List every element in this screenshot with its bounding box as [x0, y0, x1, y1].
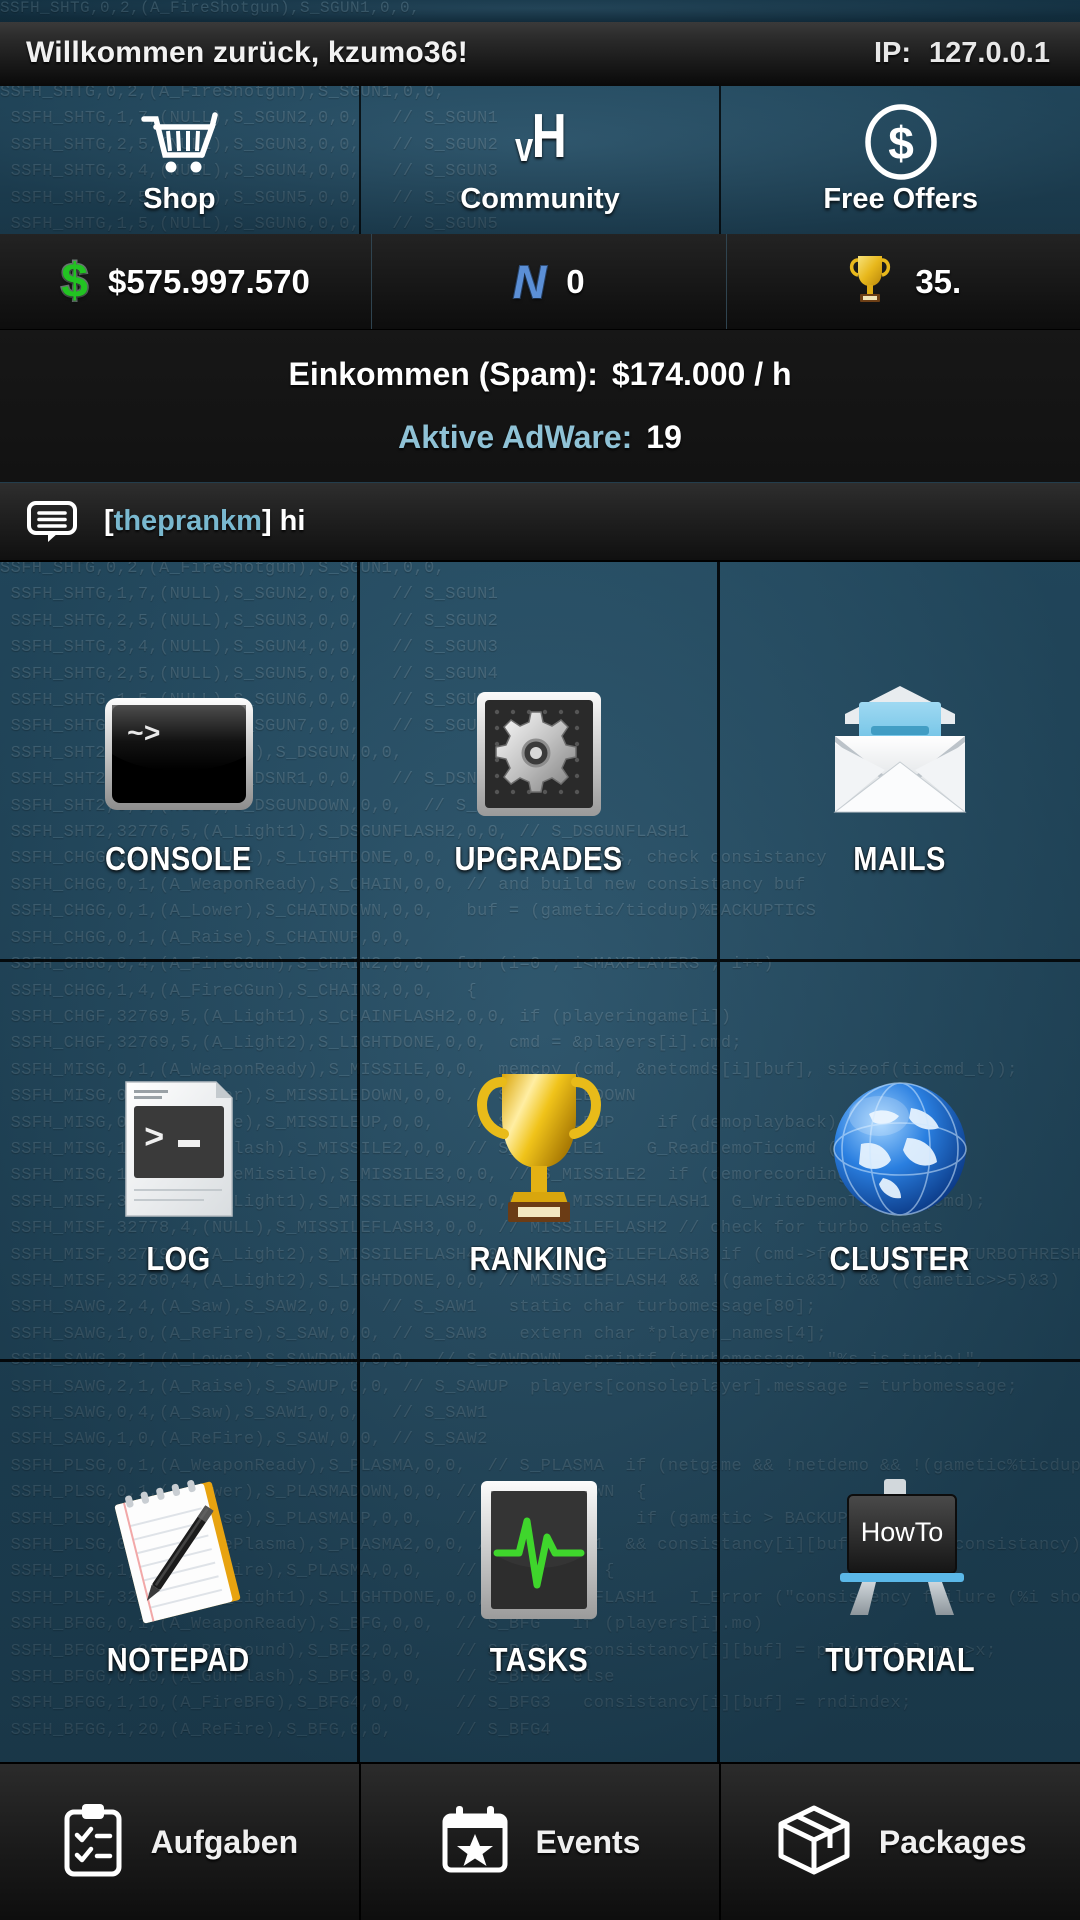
tutorial-screen-text: HowTo — [861, 1517, 944, 1547]
tile-label: RANKING — [469, 1239, 608, 1277]
clipboard-check-icon — [61, 1802, 125, 1883]
bottom-label: Aufgaben — [150, 1823, 299, 1860]
tile-label: TUTORIAL — [825, 1641, 975, 1678]
ip-display: IP: 127.0.0.1 — [874, 37, 1054, 70]
trophy-icon — [845, 251, 895, 312]
shopping-cart-icon — [136, 105, 222, 179]
box-icon — [775, 1802, 853, 1883]
vh-logo-icon: vH — [514, 101, 567, 171]
adware-value: 19 — [646, 419, 682, 455]
income-row: Einkommen (Spam): $174.000 / h — [288, 356, 791, 393]
income-label: Einkommen (Spam): — [288, 356, 598, 392]
info-block: Einkommen (Spam): $174.000 / h Aktive Ad… — [0, 330, 1080, 482]
rank-value: 35. — [915, 262, 962, 300]
code-texture-text: SSFH_SHTG,0,2,(A_FireShotgun),S_SGUN1,0,… — [0, 0, 421, 17]
grid-tile-ranking[interactable]: RANKING — [360, 962, 720, 1362]
header-bar: Willkommen zurück, kzumo36! IP: 127.0.0.… — [0, 22, 1080, 86]
notepad-pen-icon — [99, 1445, 259, 1625]
bottom-item-aufgaben[interactable]: Aufgaben — [0, 1764, 361, 1920]
bottom-label: Packages — [878, 1823, 1027, 1860]
adware-row: Aktive AdWare: 19 — [398, 419, 682, 456]
nav-item-shop[interactable]: Shop — [0, 86, 361, 234]
svg-text:~>: ~> — [127, 720, 161, 751]
grid-tile-upgrades[interactable]: UPGRADES — [360, 562, 720, 962]
bottom-label: Events — [535, 1823, 641, 1860]
nav-item-free-offers[interactable]: $ Free Offers — [721, 86, 1080, 234]
chat-message: [theprankm] hi — [104, 505, 305, 538]
nav-label: Community — [460, 182, 620, 215]
dollar-icon: $ — [60, 254, 90, 308]
bottom-nav-bar: Aufgaben Events Packages — [0, 1762, 1080, 1920]
welcome-message: Willkommen zurück, kzumo36! — [26, 36, 468, 69]
svg-text:$: $ — [888, 117, 914, 169]
bottom-item-events[interactable]: Events — [361, 1764, 722, 1920]
tile-label: TASKS — [489, 1641, 588, 1678]
tile-label: UPGRADES — [454, 839, 623, 877]
top-nav-row: SSFH_SHTG,0,2,(A_FireShotgun),S_SGUN1,0,… — [0, 86, 1080, 234]
background-code-strip: SSFH_SHTG,0,2,(A_FireShotgun),S_SGUN1,0,… — [0, 0, 1080, 22]
howto-screen-icon: HowTo — [810, 1445, 990, 1625]
grid-tile-notepad[interactable]: NOTEPAD — [0, 1362, 360, 1762]
grid-tile-mails[interactable]: MAILS — [720, 562, 1080, 962]
n-coin-icon: N — [512, 255, 547, 308]
chat-username: theprankm — [113, 505, 262, 537]
grid-tile-tasks[interactable]: TASKS — [360, 1362, 720, 1762]
terminal-icon: ~> — [99, 644, 259, 824]
bottom-item-packages[interactable]: Packages — [721, 1764, 1080, 1920]
nav-label: Free Offers — [823, 182, 979, 215]
money-value: $575.997.570 — [107, 262, 310, 300]
main-icon-grid: SSFH_SHTG,0,2,(A_FireShotgun),S_SGUN1,0,… — [0, 562, 1080, 1762]
grid-tile-console[interactable]: ~> CONSOLE — [0, 562, 360, 962]
gears-icon — [469, 644, 609, 824]
income-value: $174.000 / h — [611, 356, 792, 392]
tile-label: CONSOLE — [105, 839, 252, 877]
nav-item-community[interactable]: vH Community — [361, 86, 722, 234]
dollar-circle-icon: $ — [862, 103, 940, 180]
grid-tile-log[interactable]: > LOG — [0, 962, 360, 1362]
adware-label: Aktive AdWare: — [398, 419, 633, 455]
grid-tile-tutorial[interactable]: HowTo TUTORIAL — [720, 1362, 1080, 1762]
premium-value: 0 — [566, 262, 585, 300]
stat-premium-currency[interactable]: N 0 — [372, 234, 727, 329]
tile-label: NOTEPAD — [107, 1641, 250, 1678]
chat-bubble-icon — [26, 500, 78, 544]
stat-rank[interactable]: 35. — [727, 234, 1080, 329]
trophy-icon — [464, 1044, 614, 1224]
stat-money[interactable]: $ $575.997.570 — [0, 234, 373, 329]
chat-bracket-close: ] — [261, 505, 272, 537]
stats-row: $ $575.997.570 N 0 35. — [0, 234, 1080, 330]
nav-label: Shop — [143, 182, 216, 215]
pulse-monitor-icon — [469, 1445, 609, 1625]
grid-tile-cluster[interactable]: CLUSTER — [720, 962, 1080, 1362]
log-document-icon: > — [104, 1044, 254, 1224]
ip-value: 127.0.0.1 — [929, 36, 1050, 69]
chat-text: hi — [279, 505, 306, 537]
game-screen: SSFH_SHTG,0,2,(A_FireShotgun),S_SGUN1,0,… — [0, 0, 1080, 1920]
globe-icon — [825, 1044, 975, 1224]
calendar-star-icon — [440, 1804, 510, 1881]
chat-bracket-open: [ — [104, 505, 114, 537]
tile-label: LOG — [146, 1239, 211, 1277]
tile-label: CLUSTER — [829, 1239, 971, 1277]
svg-text:>: > — [144, 1121, 164, 1159]
ip-label: IP: — [873, 36, 912, 69]
chat-bar[interactable]: [theprankm] hi — [0, 482, 1080, 562]
tile-label: MAILS — [853, 839, 947, 877]
envelope-icon — [815, 644, 985, 824]
